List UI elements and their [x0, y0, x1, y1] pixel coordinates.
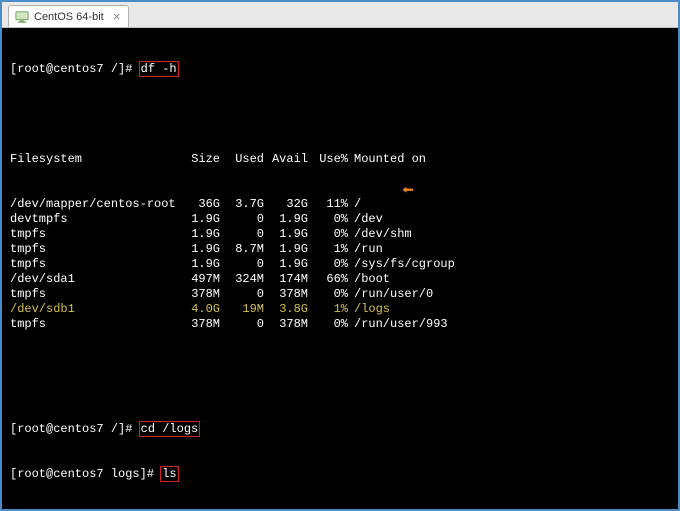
prompt-line-3: [root@centos7 logs]# ls	[10, 467, 672, 482]
cmd-df: df -h	[140, 62, 178, 76]
df-row: /dev/sdb14.0G19M3.8G1%/logs	[10, 302, 672, 317]
tab-bar: CentOS 64-bit ×	[2, 2, 678, 28]
vm-window: CentOS 64-bit × [root@centos7 /]# df -h …	[0, 0, 680, 511]
prompt-line-2: [root@centos7 /]# cd /logs	[10, 422, 672, 437]
df-output: FilesystemSizeUsedAvailUse%Mounted on /d…	[10, 122, 672, 362]
df-row: tmpfs1.9G01.9G0%/dev/shm	[10, 227, 672, 242]
prompt-line-1: [root@centos7 /]# df -h	[10, 62, 672, 77]
df-row: tmpfs378M0378M0%/run/user/993	[10, 317, 672, 332]
df-row: devtmpfs1.9G01.9G0%/dev	[10, 212, 672, 227]
df-row: tmpfs1.9G01.9G0%/sys/fs/cgroup	[10, 257, 672, 272]
cmd-cd: cd /logs	[140, 422, 200, 436]
df-row: /dev/sda1497M324M174M66%/boot	[10, 272, 672, 287]
cmd-ls: ls	[161, 467, 177, 481]
terminal[interactable]: [root@centos7 /]# df -h FilesystemSizeUs…	[2, 28, 678, 509]
df-row: tmpfs378M0378M0%/run/user/0	[10, 287, 672, 302]
df-header: FilesystemSizeUsedAvailUse%Mounted on	[10, 152, 672, 167]
vm-monitor-icon	[15, 10, 29, 24]
tab-label: CentOS 64-bit	[34, 11, 104, 23]
arrow-annotation: ⬅	[402, 185, 413, 200]
close-icon[interactable]: ×	[113, 10, 121, 23]
tab-centos[interactable]: CentOS 64-bit ×	[8, 5, 129, 27]
df-row: /dev/mapper/centos-root36G3.7G32G11%/	[10, 197, 672, 212]
df-row: tmpfs1.9G8.7M1.9G1%/run	[10, 242, 672, 257]
